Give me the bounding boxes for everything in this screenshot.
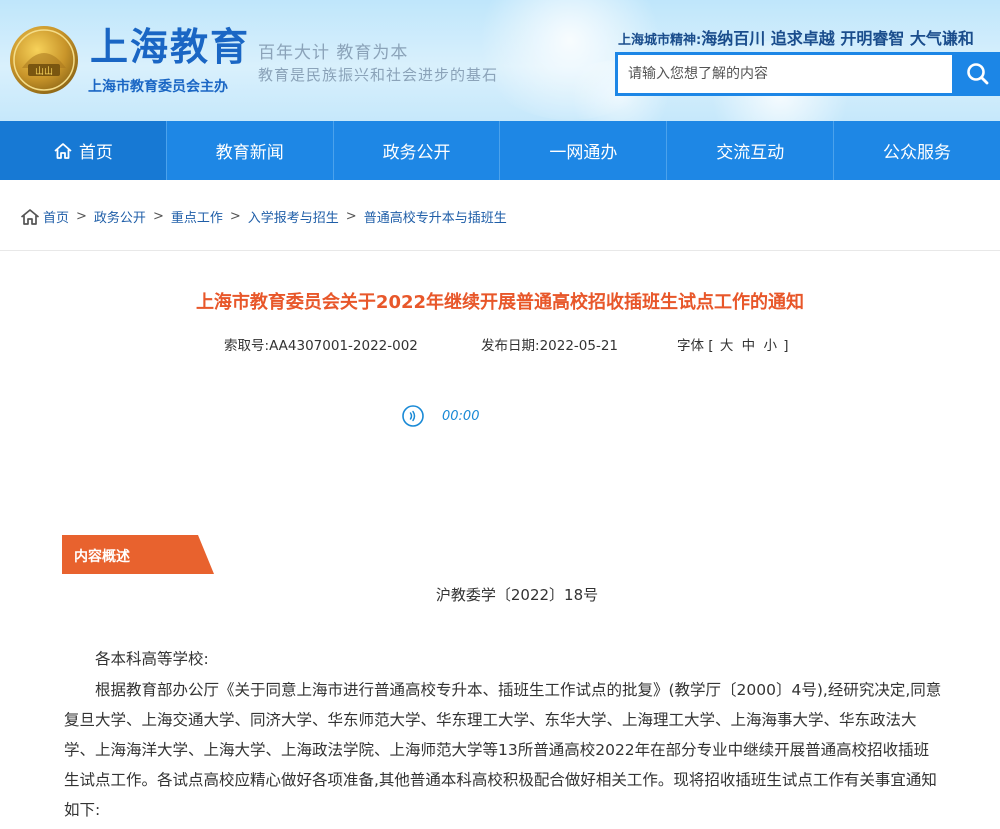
home-icon: [20, 208, 40, 226]
publish-date: 发布日期:2022-05-21: [481, 334, 618, 354]
search-icon: [966, 63, 988, 85]
breadcrumb-separator: >: [345, 209, 357, 224]
nav-item-label: 交流互动: [716, 143, 785, 163]
nav-item-one-stop-service[interactable]: 一网通办: [500, 121, 668, 180]
nav-item-label: 一网通办: [549, 143, 618, 163]
nav-item-label: 首页: [78, 143, 113, 163]
breadcrumb-separator: >: [229, 209, 241, 224]
index-number-label: 索取号:: [224, 338, 270, 354]
nav-item-education-news[interactable]: 教育新闻: [167, 121, 334, 180]
paragraph: 根据教育部办公厅《关于同意上海市进行普通高校专升本、插班生工作试点的批复》(教学…: [64, 681, 942, 819]
font-size-bracket: [: [708, 338, 714, 354]
font-small-button[interactable]: 小: [763, 338, 777, 354]
document-number: 沪教委学〔2022〕18号: [435, 586, 599, 604]
nav-item-interaction[interactable]: 交流互动: [667, 121, 835, 180]
breadcrumb-separator: >: [76, 209, 87, 224]
nav-item-home[interactable]: 首页: [0, 121, 167, 180]
font-large-button[interactable]: 大: [720, 338, 734, 354]
summary-tag: 内容概述: [62, 535, 214, 574]
city-spirit: 上海城市精神:海纳百川 追求卓越 开明睿智 大气谦和: [618, 25, 974, 49]
index-number-value: AA4307001-2022-002: [269, 338, 418, 354]
font-size-control: 字体 [ 大 中 小 ]: [677, 334, 789, 354]
summary-tag-label: 内容概述: [74, 549, 130, 565]
greeting: 各本科高等学校:: [95, 650, 209, 668]
site-subtitle: 上海市教育委员会主办: [88, 79, 228, 95]
font-medium-button[interactable]: 中: [742, 338, 756, 354]
search-button[interactable]: [955, 52, 1000, 96]
slogan-line-2: 教育是民族振兴和社会进步的基石: [258, 66, 499, 84]
breadcrumb-link-key-work[interactable]: 重点工作: [171, 207, 223, 226]
breadcrumb-link-home[interactable]: 首页: [43, 207, 69, 226]
search-input[interactable]: [618, 55, 952, 93]
search-bar: [615, 52, 1000, 96]
breadcrumb-link-admission[interactable]: 入学报考与招生: [248, 207, 339, 226]
font-size-bracket: ]: [783, 338, 789, 354]
publish-date-label: 发布日期:: [481, 338, 540, 354]
logo-text: 山山: [35, 66, 53, 77]
main-nav: 首页 教育新闻 政务公开 一网通办 交流互动 公众服务: [0, 121, 1000, 180]
nav-item-label: 政务公开: [382, 143, 451, 163]
city-spirit-value: 海纳百川 追求卓越 开明睿智 大气谦和: [701, 29, 974, 48]
home-icon: [53, 141, 73, 161]
breadcrumb-link-transfer-students[interactable]: 普通高校专升本与插班生: [364, 207, 507, 226]
slogan-line-1: 百年大计 教育为本: [258, 43, 409, 63]
nav-item-label: 教育新闻: [215, 143, 284, 163]
audio-play-icon[interactable]: [402, 405, 424, 427]
article-title: 上海市教育委员会关于2022年继续开展普通高校招收插班生试点工作的通知: [195, 292, 805, 313]
divider: [0, 250, 1000, 251]
breadcrumb: 首页 > 政务公开 > 重点工作 > 入学报考与招生 > 普通高校专升本与插班生: [20, 207, 507, 226]
nav-item-public-service[interactable]: 公众服务: [834, 121, 1000, 180]
audio-player: 00:00: [402, 405, 479, 427]
index-number: 索取号:AA4307001-2022-002: [224, 334, 418, 354]
font-size-label: 字体: [677, 338, 704, 354]
audio-time: 00:00: [442, 408, 480, 424]
city-spirit-label: 上海城市精神:: [618, 33, 702, 48]
article-body: 各本科高等学校: 根据教育部办公厅《关于同意上海市进行普通高校专升本、插班生工作…: [64, 644, 944, 825]
site-title[interactable]: 上海教育: [90, 26, 250, 68]
publish-date-value: 2022-05-21: [539, 338, 619, 354]
nav-item-label: 公众服务: [883, 143, 952, 163]
site-logo-icon[interactable]: 山山: [8, 24, 80, 96]
nav-item-government-affairs[interactable]: 政务公开: [334, 121, 501, 180]
breadcrumb-link-government-affairs[interactable]: 政务公开: [94, 207, 146, 226]
site-header: 山山 上海教育 上海市教育委员会主办 百年大计 教育为本 教育是民族振兴和社会进…: [0, 0, 1000, 121]
breadcrumb-separator: >: [152, 209, 164, 224]
